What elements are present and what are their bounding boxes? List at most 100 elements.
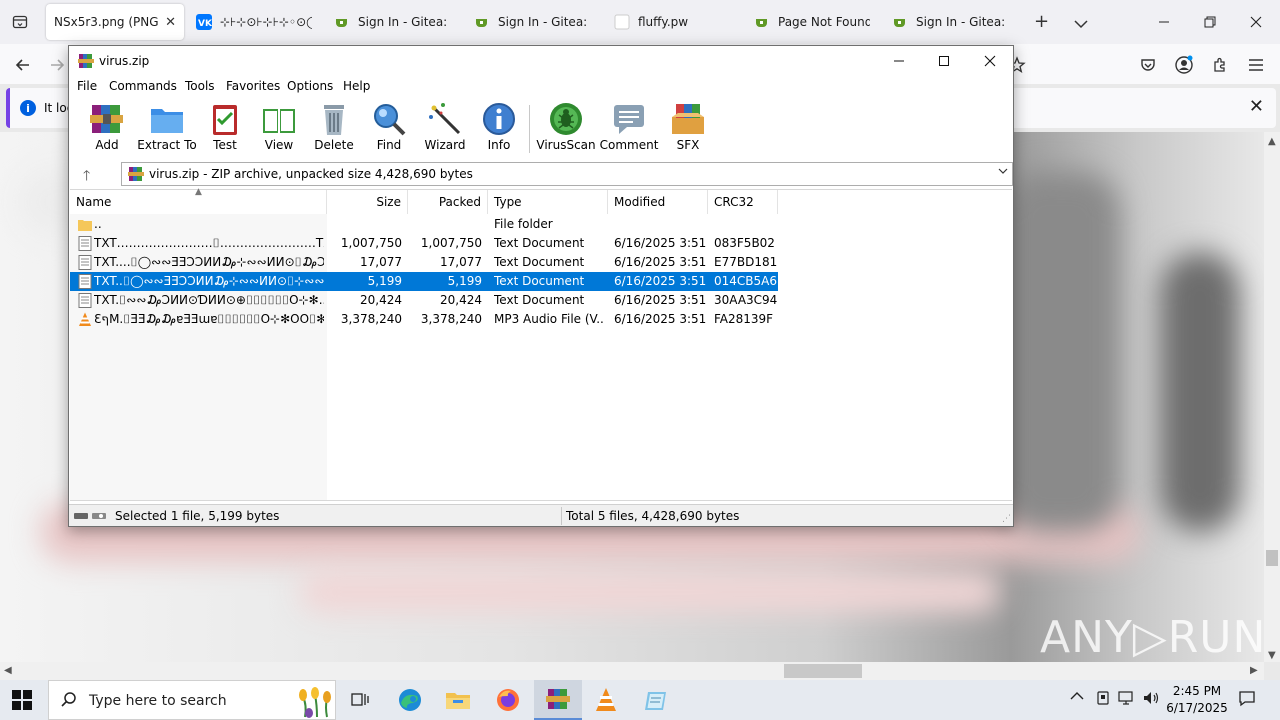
browser-tab-gitea-3[interactable]: Sign In - Gitea: Git xyxy=(884,4,1016,40)
extensions-icon[interactable] xyxy=(1209,54,1231,76)
tab-list-icon[interactable] xyxy=(8,10,32,34)
up-one-level-icon[interactable]: 🡑 xyxy=(83,165,90,189)
network-icon[interactable] xyxy=(1118,690,1136,710)
pocket-icon[interactable] xyxy=(1137,54,1159,76)
virusscan-button[interactable]: VirusScan xyxy=(536,101,596,155)
column-header-type[interactable]: Type xyxy=(488,190,608,214)
table-row[interactable]: ƐףM.⌷ƎƎ₯₯ɐƎƎɯɐ⌷⌷⌷⌷⌷⌷O⊹✻OO⌷✻... 3,378,240… xyxy=(70,310,778,329)
scrollbar-thumb[interactable] xyxy=(784,664,862,678)
wizard-button[interactable]: Wizard xyxy=(422,101,468,155)
gitea-icon xyxy=(474,14,490,30)
chevron-up-icon[interactable] xyxy=(1070,690,1084,705)
table-row[interactable]: .. File folder xyxy=(70,215,778,234)
folder-icon xyxy=(78,220,92,231)
table-row[interactable]: TXT.⌷∾∾₯ƆИИ⊙ƊИИ⊙⊕⌷⌷⌷⌷⌷⌷O⊹✻... 20,424 20,… xyxy=(70,291,778,310)
firefox-icon[interactable] xyxy=(484,680,532,720)
file-packed: 3,378,240 xyxy=(420,312,482,326)
column-header-name[interactable]: Name ▲ xyxy=(70,187,327,214)
sfx-button[interactable]: SFX xyxy=(667,101,709,155)
view-button[interactable]: View xyxy=(255,101,303,155)
browser-tab-gitea-1[interactable]: Sign In - Gitea: Git xyxy=(326,4,458,40)
file-crc32: 30AA3C94 xyxy=(714,293,778,307)
file-type: Text Document xyxy=(494,293,585,307)
page-horizontal-scrollbar[interactable] xyxy=(0,662,1264,680)
new-tab-button[interactable]: + xyxy=(1034,11,1049,32)
minimize-icon[interactable] xyxy=(1152,10,1176,34)
scroll-up-icon[interactable]: ▲ xyxy=(1268,136,1276,147)
scroll-right-icon[interactable]: ▶ xyxy=(1250,665,1258,676)
file-name: TXT……………………⌷……………………TXT xyxy=(94,236,324,250)
browser-tab-gitea-2[interactable]: Sign In - Gitea: Git xyxy=(466,4,598,40)
menu-favorites[interactable]: Favorites xyxy=(226,79,280,93)
file-size: 17,077 xyxy=(360,255,402,269)
page-vertical-scrollbar[interactable] xyxy=(1264,132,1280,662)
close-icon[interactable] xyxy=(975,50,1005,72)
device-icon[interactable] xyxy=(1096,690,1110,710)
column-header-label: Type xyxy=(494,195,522,209)
file-crc32: FA28139F xyxy=(714,312,774,326)
tab-title: Page Not Found - xyxy=(778,15,870,29)
view-label: View xyxy=(264,138,294,152)
scroll-down-icon[interactable]: ▼ xyxy=(1268,650,1276,661)
close-icon[interactable] xyxy=(1244,10,1268,34)
notifications-icon[interactable] xyxy=(1238,689,1256,711)
task-view-icon[interactable] xyxy=(336,680,384,720)
file-type: Text Document xyxy=(494,274,585,288)
hamburger-menu-icon[interactable] xyxy=(1245,54,1267,76)
vlc-icon[interactable] xyxy=(582,680,630,720)
winrar-taskbar-icon[interactable] xyxy=(534,680,582,720)
book-icon xyxy=(263,109,295,133)
resize-grip-icon[interactable]: ⋰ xyxy=(1002,514,1011,524)
notepad-icon[interactable] xyxy=(632,680,680,720)
window-title-bar[interactable]: virus.zip xyxy=(69,46,1013,76)
minimize-icon[interactable] xyxy=(884,50,914,72)
menu-options[interactable]: Options xyxy=(287,79,333,93)
add-button[interactable]: Add xyxy=(87,101,127,155)
file-explorer-icon[interactable] xyxy=(434,680,482,720)
file-modified: 6/16/2025 3:51 ... xyxy=(614,236,706,250)
close-tab-icon[interactable]: ✕ xyxy=(165,15,176,30)
taskbar-search-box[interactable]: Type here to search xyxy=(48,680,336,720)
maximize-icon[interactable] xyxy=(929,50,959,72)
column-header-crc32[interactable]: CRC32 xyxy=(708,190,778,214)
menu-tools[interactable]: Tools xyxy=(185,79,215,93)
browser-tab-png[interactable]: NSx5r3.png (PNG In ✕ xyxy=(46,4,184,40)
extract-to-button[interactable]: Extract To xyxy=(135,101,199,155)
comment-button[interactable]: Comment xyxy=(600,101,658,155)
info-button[interactable]: Info xyxy=(479,101,519,155)
column-header-modified[interactable]: Modified xyxy=(608,190,708,214)
system-clock[interactable]: 2:45 PM 6/17/2025 xyxy=(1164,683,1230,717)
table-row[interactable]: TXT……………………⌷……………………TXT 1,007,750 1,007,… xyxy=(70,234,778,253)
chevron-down-icon[interactable] xyxy=(998,167,1008,178)
archive-path-text: virus.zip - ZIP archive, unpacked size 4… xyxy=(149,167,473,181)
browser-tab-not-found[interactable]: Page Not Found - xyxy=(746,4,878,40)
back-arrow-icon[interactable] xyxy=(12,54,34,76)
menu-help[interactable]: Help xyxy=(343,79,370,93)
file-list[interactable]: Name ▲ Size Packed Type Modified CRC32 .… xyxy=(70,187,1012,501)
edge-browser-icon[interactable] xyxy=(386,680,434,720)
extract-to-label: Extract To xyxy=(137,138,197,152)
chevron-down-icon[interactable] xyxy=(1074,14,1088,33)
menu-file[interactable]: File xyxy=(77,79,97,93)
scroll-left-icon[interactable]: ◀ xyxy=(4,665,12,676)
browser-tab-fluffy[interactable]: fluffy.pw xyxy=(606,4,738,40)
account-icon[interactable] xyxy=(1173,54,1195,76)
forward-arrow-icon[interactable] xyxy=(46,54,68,76)
column-header-label: Size xyxy=(376,195,401,209)
restore-icon[interactable] xyxy=(1198,10,1222,34)
column-header-packed[interactable]: Packed xyxy=(408,190,488,214)
archive-path-field[interactable]: virus.zip - ZIP archive, unpacked size 4… xyxy=(121,162,1013,186)
window-title: virus.zip xyxy=(99,54,150,68)
find-button[interactable]: Find xyxy=(369,101,409,155)
close-icon[interactable]: ✕ xyxy=(1249,96,1264,117)
scrollbar-thumb[interactable] xyxy=(1266,550,1278,566)
delete-button[interactable]: Delete xyxy=(314,101,354,155)
column-header-size[interactable]: Size xyxy=(327,190,408,214)
table-row-selected[interactable]: TXT..⌷◯∾∾ƎƎƆƆИИ₯⊹∾∾ИИ⊙⌷⊹∾∾⊙∩... 5,199 5,… xyxy=(70,272,778,291)
table-row[interactable]: TXT....⌷◯∾∾ƎƎƆƆИИ₯⊹∾∾ИИ⊙⌷₯ƆИN... 17,077 … xyxy=(70,253,778,272)
test-button[interactable]: Test xyxy=(205,101,245,155)
windows-start-icon[interactable] xyxy=(12,690,32,710)
volume-icon[interactable] xyxy=(1142,690,1160,710)
menu-commands[interactable]: Commands xyxy=(109,79,177,93)
browser-tab-vk[interactable]: VK ⊹⊦⊹⊙⊦⊹⊦⊹◦⊙◯⊹⊂ xyxy=(188,4,320,40)
